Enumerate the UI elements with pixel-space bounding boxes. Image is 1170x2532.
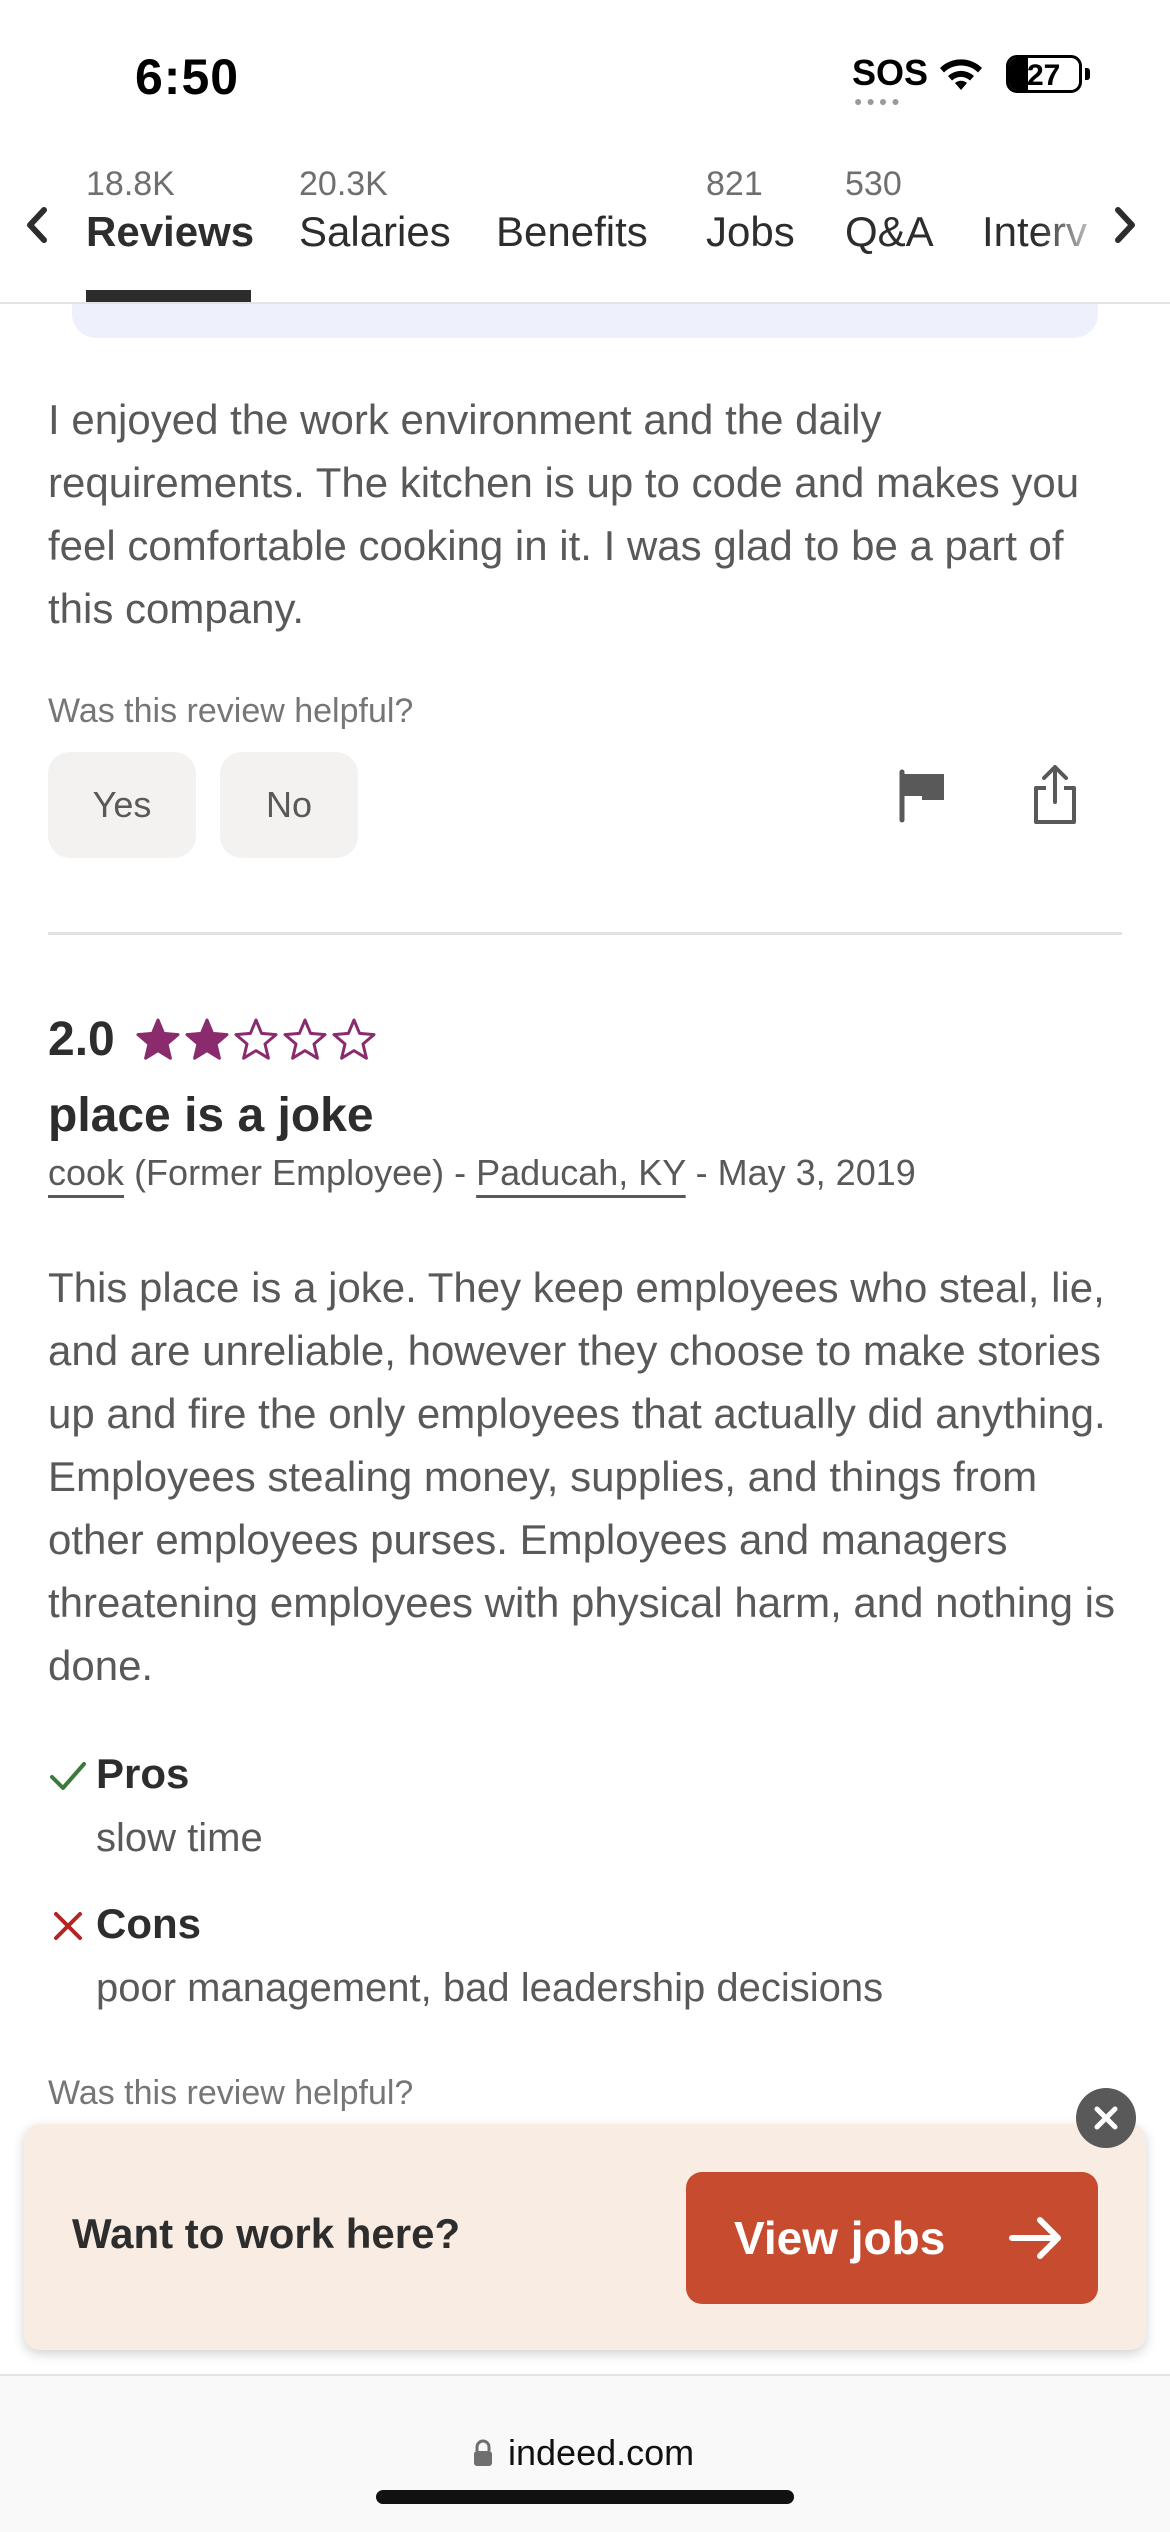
cons-label: Cons	[96, 1900, 201, 1947]
wifi-icon	[940, 59, 982, 90]
tab-fade	[1040, 150, 1110, 300]
tab-jobs[interactable]: 821 Jobs	[706, 164, 795, 260]
tab-count	[496, 164, 648, 204]
browser-url-bar[interactable]: indeed.com	[0, 2374, 1170, 2532]
tab-qa[interactable]: 530 Q&A	[845, 164, 934, 260]
tab-count: 20.3K	[299, 165, 388, 203]
chevron-left-icon[interactable]	[22, 200, 62, 250]
x-icon	[54, 1912, 82, 1940]
review-body: I enjoyed the work environment and the d…	[48, 396, 1080, 632]
view-jobs-label: View jobs	[734, 2212, 946, 2264]
review-title: place is a joke	[48, 1089, 374, 1142]
tab-count: 530	[845, 165, 902, 203]
close-banner-button[interactable]	[1076, 2088, 1136, 2148]
tab-reviews[interactable]: 18.8K Reviews	[86, 164, 254, 260]
flag-icon[interactable]	[888, 760, 958, 830]
no-button[interactable]: No	[220, 752, 358, 858]
helpful-prompt: Was this review helpful?	[48, 2074, 414, 2112]
tab-salaries[interactable]: 20.3K Salaries	[299, 164, 451, 260]
job-title-link[interactable]: cook	[48, 1152, 124, 1193]
pros-label: Pros	[96, 1750, 190, 1797]
star-empty-icon	[283, 1018, 327, 1060]
star-empty-icon	[234, 1018, 278, 1060]
pros-text: slow time	[96, 1816, 263, 1860]
jobs-banner: Want to work here? View jobs	[24, 2124, 1146, 2350]
review-body: This place is a joke. They keep employee…	[48, 1264, 1115, 1689]
url-domain: indeed.com	[508, 2432, 695, 2473]
tab-label: Benefits	[496, 208, 648, 255]
home-indicator	[376, 2490, 794, 2504]
review-date: - May 3, 2019	[695, 1152, 916, 1193]
tab-count: 821	[706, 165, 763, 203]
arrow-right-icon	[1009, 2217, 1061, 2259]
battery-icon: 27	[1006, 55, 1082, 93]
battery-cap	[1085, 68, 1090, 80]
star-rating	[134, 1016, 379, 1066]
star-filled-icon	[136, 1018, 180, 1060]
employer-response-box	[72, 304, 1098, 338]
battery-level: 27	[1027, 59, 1061, 92]
close-icon	[1094, 2106, 1118, 2130]
employment-status: (Former Employee) -	[134, 1152, 467, 1193]
location-link[interactable]: Paducah, KY	[476, 1152, 686, 1193]
status-bar: 6:50 SOS ●●●● 27	[0, 0, 1170, 150]
tab-label: Jobs	[706, 208, 795, 255]
view-jobs-button[interactable]: View jobs	[686, 2172, 1098, 2304]
tab-label: Q&A	[845, 208, 934, 255]
share-icon[interactable]	[1020, 760, 1090, 830]
cons-text: poor management, bad leadership decision…	[96, 1966, 884, 2010]
tab-label: Reviews	[86, 208, 255, 255]
tab-count: 18.8K	[86, 165, 175, 203]
company-tabs: 18.8K Reviews 20.3K Salaries Benefits 82…	[0, 150, 1170, 304]
banner-text: Want to work here?	[72, 2210, 461, 2257]
check-icon	[50, 1762, 86, 1790]
tab-benefits[interactable]: Benefits	[496, 164, 648, 260]
tab-label: Salaries	[299, 208, 451, 255]
signal-dots: ●●●●	[854, 93, 904, 109]
star-filled-icon	[185, 1018, 229, 1060]
review-rating: 2.0	[48, 1013, 115, 1066]
review-divider	[48, 932, 1122, 935]
yes-button[interactable]: Yes	[48, 752, 196, 858]
helpful-prompt: Was this review helpful?	[48, 692, 414, 730]
lock-icon	[474, 2439, 492, 2466]
status-time: 6:50	[135, 49, 240, 105]
chevron-right-icon[interactable]	[1110, 200, 1150, 250]
sos-indicator: SOS	[852, 52, 929, 93]
active-tab-indicator	[86, 290, 251, 302]
review-meta: cook (Former Employee) - Paducah, KY - M…	[48, 1152, 916, 1194]
star-empty-icon	[332, 1018, 376, 1060]
